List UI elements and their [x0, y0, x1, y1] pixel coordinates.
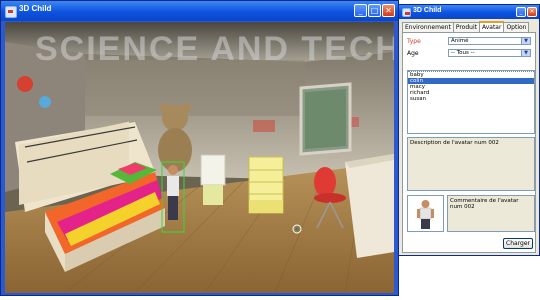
baby-chair [200, 154, 226, 205]
type-label: Type [407, 38, 421, 45]
avatar-preview-icon [417, 200, 434, 229]
main-3d-window: 3D Child _ □ ✕ SCIENCE AND TECH [0, 0, 399, 296]
side-title-bar[interactable]: 3D Child _ ✕ [399, 5, 539, 19]
minimize-button[interactable]: _ [516, 7, 526, 17]
close-button[interactable]: ✕ [527, 7, 537, 17]
side-panel-window: 3D Child _ ✕ Environnement Produit Avata… [398, 4, 540, 256]
dresser [248, 156, 284, 214]
minimize-button[interactable]: _ [354, 4, 367, 17]
load-button[interactable]: Charger [503, 238, 533, 249]
window-view [305, 89, 346, 149]
app-icon [5, 6, 17, 18]
avatar-tab-panel: Type Animé ▼ Age -- Tous -- ▼ baby colin… [402, 32, 536, 253]
3d-viewport[interactable]: SCIENCE AND TECHNO [5, 22, 394, 293]
main-title-bar[interactable]: 3D Child _ □ ✕ [1, 1, 398, 21]
app-icon [402, 8, 411, 17]
side-window-title: 3D Child [413, 7, 442, 14]
watermark: SCIENCE AND TECHNO [35, 30, 394, 68]
chevron-down-icon[interactable]: ▼ [521, 38, 530, 44]
maximize-button[interactable]: □ [368, 4, 381, 17]
age-select-value: -- Tous -- [451, 50, 475, 56]
avatar-description: Description de l'avatar num 002 [407, 137, 535, 191]
wall-sticker [17, 76, 33, 92]
wall-picture [253, 120, 275, 132]
age-label: Age [407, 50, 419, 57]
chevron-down-icon[interactable]: ▼ [521, 50, 530, 56]
type-select-value: Animé [451, 38, 469, 44]
age-select[interactable]: -- Tous -- ▼ [448, 49, 531, 57]
list-item[interactable]: baby [408, 71, 534, 78]
avatar-list[interactable]: baby colin macy richard susan [407, 70, 535, 134]
main-window-title: 3D Child [19, 4, 52, 13]
close-button[interactable]: ✕ [382, 4, 395, 17]
list-item[interactable]: susan [408, 96, 534, 102]
type-select[interactable]: Animé ▼ [448, 37, 531, 45]
avatar-comment: Commentaire de l'avatar num 002 [447, 195, 535, 232]
wall-sticker [39, 96, 51, 108]
tab-avatar[interactable]: Avatar [478, 21, 505, 32]
avatar-thumbnail [407, 195, 444, 232]
